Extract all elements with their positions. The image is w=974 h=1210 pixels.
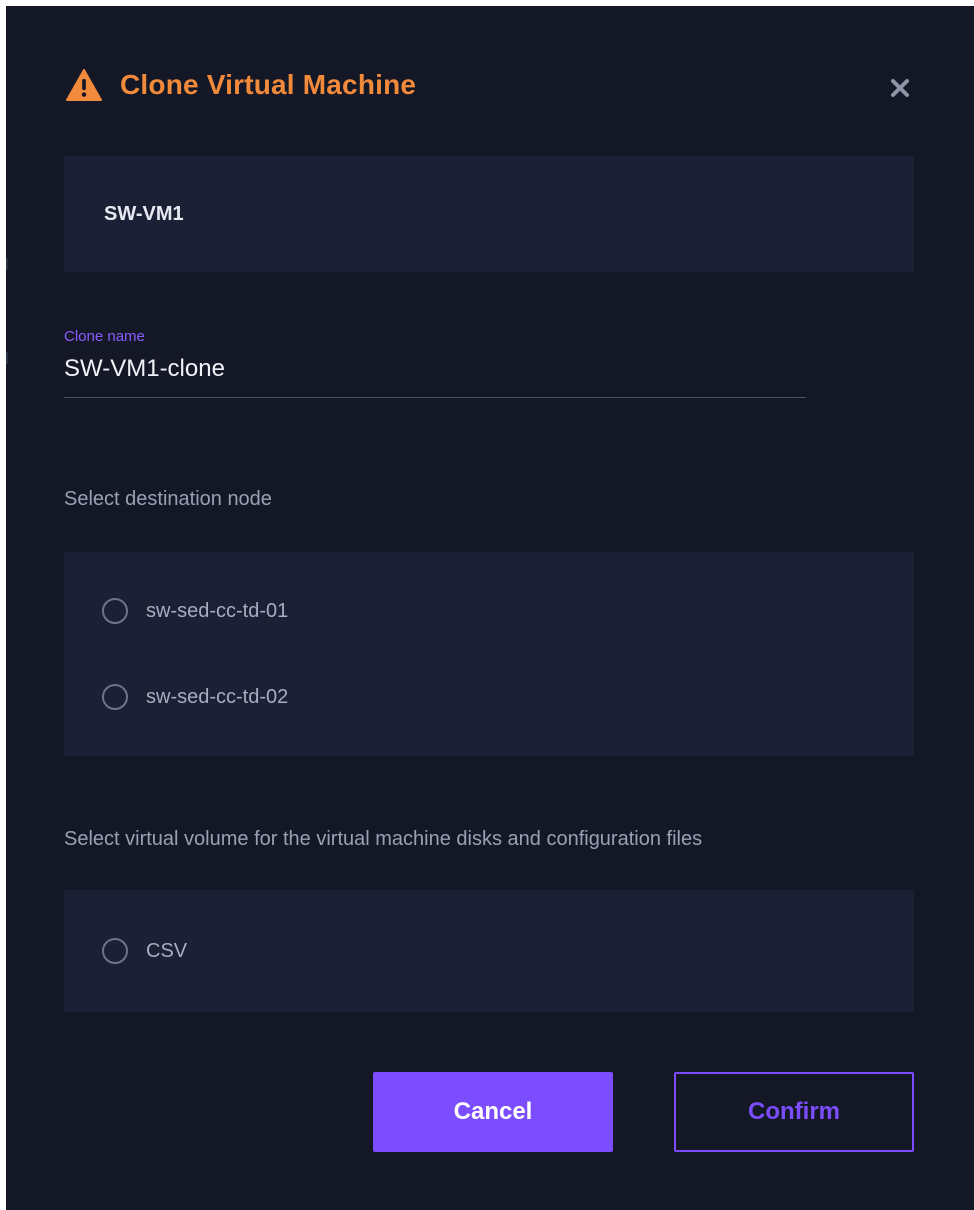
edge-marker [6, 258, 8, 270]
node-option-1[interactable]: sw-sed-cc-td-01 [102, 598, 288, 624]
radio-button-icon[interactable] [102, 598, 128, 624]
virtual-volume-label: Select virtual volume for the virtual ma… [64, 828, 703, 850]
cancel-button[interactable]: Cancel [373, 1072, 613, 1152]
clone-name-field: Clone name [64, 328, 806, 398]
radio-button-icon[interactable] [102, 684, 128, 710]
source-vm-name: SW-VM1 [104, 202, 184, 225]
node-option-2[interactable]: sw-sed-cc-td-02 [102, 684, 288, 710]
clone-name-input[interactable] [64, 351, 806, 398]
warning-triangle-icon [66, 69, 102, 101]
confirm-button[interactable]: Confirm [674, 1072, 914, 1152]
destination-node-label: Select destination node [64, 488, 272, 510]
destination-node-options: sw-sed-cc-td-01 sw-sed-cc-td-02 [64, 552, 914, 756]
edge-marker [6, 352, 8, 364]
node-option-label: sw-sed-cc-td-01 [146, 599, 289, 622]
source-vm-panel: SW-VM1 [64, 156, 914, 272]
volume-option-label: CSV [146, 939, 188, 962]
dialog-header: Clone Virtual Machine [66, 60, 416, 110]
virtual-volume-options: CSV [64, 890, 914, 1012]
close-icon[interactable] [888, 76, 912, 100]
dialog-title: Clone Virtual Machine [120, 69, 417, 100]
clone-name-label: Clone name [64, 328, 145, 345]
radio-button-icon[interactable] [102, 938, 128, 964]
node-option-label: sw-sed-cc-td-02 [146, 685, 289, 708]
volume-option-csv[interactable]: CSV [102, 938, 187, 964]
